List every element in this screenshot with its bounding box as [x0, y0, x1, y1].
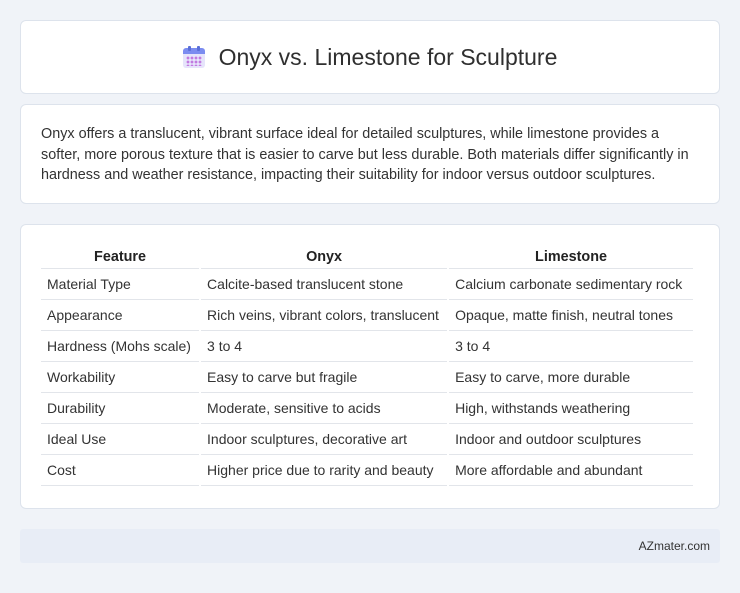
header-limestone: Limestone	[449, 245, 693, 269]
table-row: Ideal Use Indoor sculptures, decorative …	[41, 424, 693, 455]
table-cell: Hardness (Mohs scale)	[41, 331, 200, 362]
source-link[interactable]: AZmater.com	[639, 539, 710, 553]
table-cell: Durability	[41, 393, 200, 424]
table-row: Workability Easy to carve but fragile Ea…	[41, 362, 693, 393]
table-cell: Opaque, matte finish, neutral tones	[449, 300, 693, 331]
table-row: Cost Higher price due to rarity and beau…	[41, 455, 693, 486]
comparison-card: Feature Onyx Limestone Material Type Cal…	[20, 224, 720, 509]
table-row: Material Type Calcite-based translucent …	[41, 269, 693, 300]
header-onyx: Onyx	[201, 245, 448, 269]
table-cell: Workability	[41, 362, 200, 393]
table-cell: High, withstands weathering	[449, 393, 693, 424]
calendar-icon	[182, 46, 205, 68]
table-cell: Calcite-based translucent stone	[201, 269, 448, 300]
table-row: Hardness (Mohs scale) 3 to 4 3 to 4	[41, 331, 693, 362]
table-cell: Calcium carbonate sedimentary rock	[449, 269, 693, 300]
table-row: Durability Moderate, sensitive to acids …	[41, 393, 693, 424]
table-cell: Material Type	[41, 269, 200, 300]
table-cell: Easy to carve, more durable	[449, 362, 693, 393]
table-cell: More affordable and abundant	[449, 455, 693, 486]
table-cell: Moderate, sensitive to acids	[201, 393, 448, 424]
table-cell: Rich veins, vibrant colors, translucent	[201, 300, 448, 331]
table-row: Appearance Rich veins, vibrant colors, t…	[41, 300, 693, 331]
header-feature: Feature	[41, 245, 200, 269]
table-header-row: Feature Onyx Limestone	[41, 245, 693, 269]
page-title: Onyx vs. Limestone for Sculpture	[218, 43, 558, 70]
comparison-table: Feature Onyx Limestone Material Type Cal…	[39, 245, 695, 486]
table-cell: Indoor and outdoor sculptures	[449, 424, 693, 455]
title-card: Onyx vs. Limestone for Sculpture	[20, 20, 720, 94]
table-cell: Indoor sculptures, decorative art	[201, 424, 448, 455]
table-cell: Easy to carve but fragile	[201, 362, 448, 393]
table-cell: Appearance	[41, 300, 200, 331]
description-card: Onyx offers a translucent, vibrant surfa…	[20, 104, 720, 204]
footer: AZmater.com	[20, 529, 720, 563]
table-cell: 3 to 4	[449, 331, 693, 362]
table-cell: Cost	[41, 455, 200, 486]
table-cell: Ideal Use	[41, 424, 200, 455]
table-cell: 3 to 4	[201, 331, 448, 362]
description-text: Onyx offers a translucent, vibrant surfa…	[41, 126, 689, 183]
table-cell: Higher price due to rarity and beauty	[201, 455, 448, 486]
